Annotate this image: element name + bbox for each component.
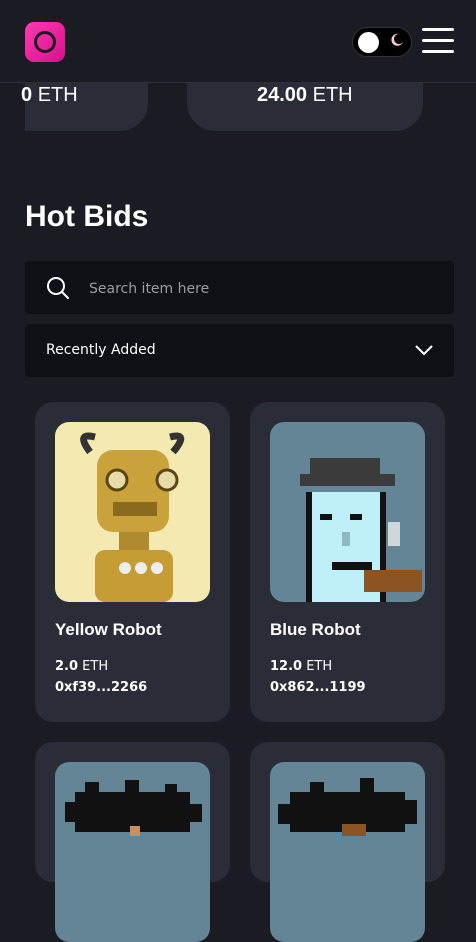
price-value: 12.0 bbox=[270, 659, 303, 674]
nft-owner-address: 0xf39...2266 bbox=[55, 680, 148, 695]
search-box[interactable] bbox=[25, 261, 454, 316]
stat-value: 0 bbox=[21, 84, 33, 106]
app-header bbox=[0, 0, 476, 83]
nft-image[interactable] bbox=[55, 422, 210, 602]
nft-card[interactable]: Yellow Robot 2.0 ETH 0xf39...2266 bbox=[35, 402, 230, 722]
sort-select[interactable]: Recently Added bbox=[25, 324, 454, 377]
nft-owner-address: 0x862...1199 bbox=[270, 680, 366, 695]
hamburger-menu-icon[interactable] bbox=[422, 28, 454, 54]
theme-toggle[interactable] bbox=[352, 27, 412, 57]
logo-icon[interactable] bbox=[25, 22, 65, 62]
nft-card[interactable]: Blue Robot 12.0 ETH 0x862...1199 bbox=[250, 402, 445, 722]
section-title: Hot Bids bbox=[25, 200, 149, 233]
search-icon bbox=[47, 277, 69, 299]
price-unit: ETH bbox=[82, 659, 109, 674]
nft-image[interactable] bbox=[270, 422, 425, 602]
toggle-knob bbox=[358, 32, 379, 53]
stat-value: 24.00 bbox=[257, 84, 308, 106]
nft-card[interactable] bbox=[250, 742, 445, 942]
nft-image[interactable] bbox=[270, 762, 425, 942]
stat-unit: ETH bbox=[37, 84, 78, 106]
stat-unit: ETH bbox=[312, 84, 353, 106]
moon-icon bbox=[391, 33, 403, 46]
search-input[interactable] bbox=[87, 261, 441, 316]
nft-image[interactable] bbox=[55, 762, 210, 942]
sort-selected-label: Recently Added bbox=[46, 342, 156, 358]
price-unit: ETH bbox=[306, 659, 333, 674]
nft-title[interactable]: Blue Robot bbox=[270, 620, 361, 640]
price-value: 2.0 bbox=[55, 659, 79, 674]
nft-card[interactable] bbox=[35, 742, 230, 942]
nft-title[interactable]: Yellow Robot bbox=[55, 620, 162, 640]
chevron-down-icon bbox=[415, 345, 433, 356]
nft-price: 12.0 ETH bbox=[270, 659, 332, 674]
nft-price: 2.0 ETH bbox=[55, 659, 108, 674]
